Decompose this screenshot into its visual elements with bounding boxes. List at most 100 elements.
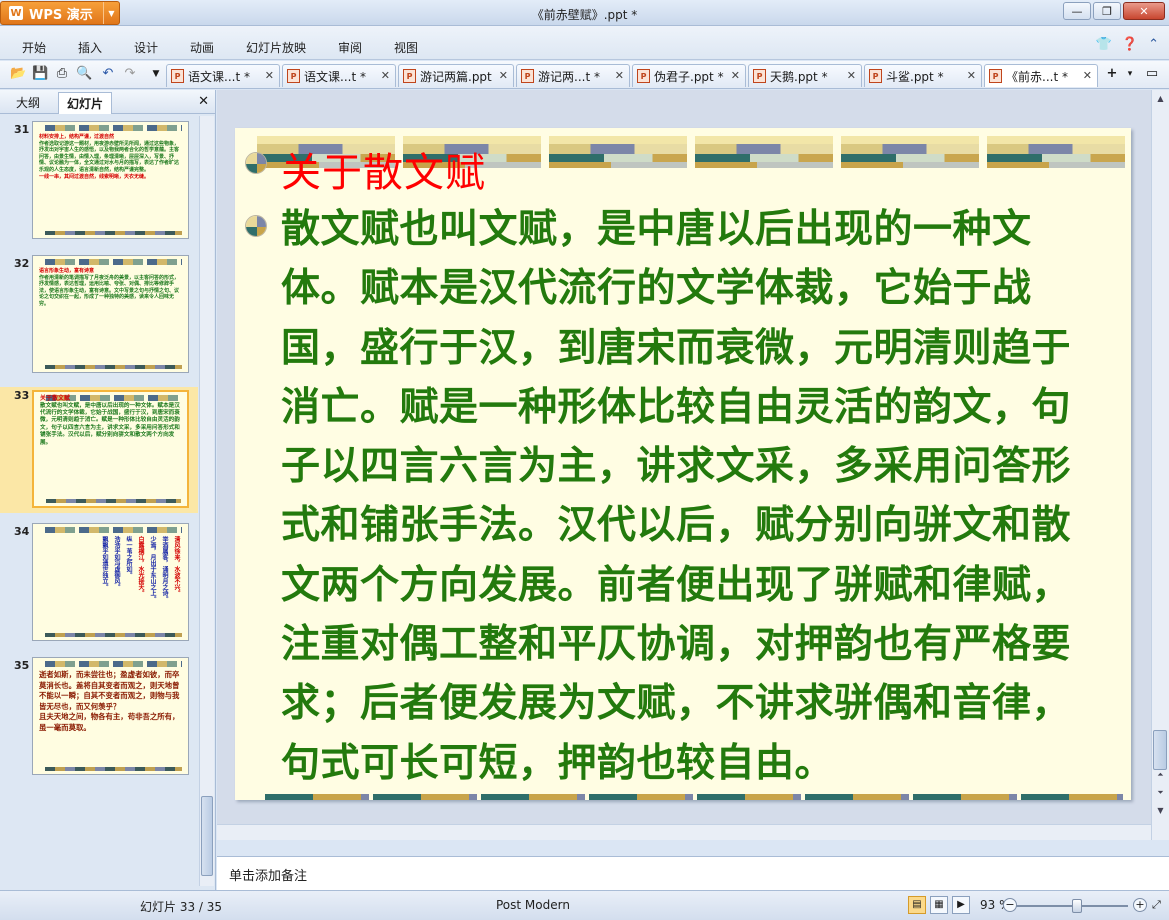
maximize-button[interactable]: ❐ bbox=[1093, 2, 1121, 20]
close-tab-icon[interactable]: ✕ bbox=[847, 69, 856, 82]
zoom-in-button[interactable]: + bbox=[1133, 898, 1147, 912]
deco-block bbox=[987, 136, 1125, 168]
tab-list-icon[interactable]: ▾ bbox=[1122, 66, 1138, 82]
thumb-body: 散文赋也叫文赋，是中唐以后出现的一种文体。赋本是汉代流行的文学体裁，它始于战国，… bbox=[40, 402, 180, 446]
slide-thumbnail-32[interactable]: 32 语言形象生动，富有诗意 作者用清新的笔调描写了月夜泛舟的美景，以主客问答的… bbox=[0, 255, 198, 379]
menu-insert[interactable]: 插入 bbox=[78, 39, 102, 56]
thumb-deco-top bbox=[45, 125, 182, 131]
tab-slides[interactable]: 幻灯片 bbox=[58, 92, 113, 114]
close-tab-icon[interactable]: ✕ bbox=[731, 69, 740, 82]
slide-number: 31 bbox=[14, 123, 30, 136]
panel-tabs: 大纲 幻灯片 ✕ bbox=[0, 90, 215, 114]
close-panel-icon[interactable]: ✕ bbox=[198, 94, 209, 109]
slide-thumbnail-34[interactable]: 34 清风徐来，水波不兴。 举酒属客，诵明月之诗。 少焉，月出于东山之上。 白露… bbox=[0, 523, 198, 647]
thumbnail-list: 31 材料安排上，结构严谨，过渡自然 作者选取记游这一题材，用夜游赤壁所见所闻，… bbox=[0, 115, 198, 890]
page-down-icon[interactable]: ⏷ bbox=[1154, 786, 1167, 799]
thumb-col: 飘飘乎如遗世独立。 bbox=[101, 536, 108, 590]
menu-animation[interactable]: 动画 bbox=[190, 39, 214, 56]
collapse-ribbon-icon[interactable]: ⌃ bbox=[1148, 37, 1159, 52]
ppt-file-icon: P bbox=[521, 69, 534, 83]
notes-pane[interactable]: 单击添加备注 bbox=[217, 856, 1169, 890]
doc-tab-4[interactable]: P 游记两...t * ✕ bbox=[516, 64, 630, 87]
thumb-vertical-text: 清风徐来，水波不兴。 举酒属客，诵明月之诗。 少焉，月出于东山之上。 白露横江，… bbox=[41, 536, 180, 630]
slide-decoration-bottom bbox=[265, 794, 1123, 800]
title-bar: W WPS 演示 ▼ 《前赤壁赋》.ppt * — ❐ ✕ bbox=[0, 0, 1169, 26]
help-icon[interactable]: ❓ bbox=[1122, 37, 1138, 52]
doc-tab-active[interactable]: P 《前赤...t * ✕ bbox=[984, 64, 1098, 87]
horizontal-scrollbar[interactable] bbox=[217, 824, 1151, 840]
shirt-icon[interactable]: 👕 bbox=[1096, 37, 1112, 52]
close-button[interactable]: ✕ bbox=[1123, 2, 1165, 20]
slide-thumbnail-35[interactable]: 35 逝者如斯，而未尝往也；盈虚者如彼，而卒莫消长也。盖将自其变者而观之，则天地… bbox=[0, 657, 198, 781]
slide-thumbnail-31[interactable]: 31 材料安排上，结构严谨，过渡自然 作者选取记游这一题材，用夜游赤壁所见所闻，… bbox=[0, 121, 198, 245]
doc-tab-6[interactable]: P 天鹅.ppt * ✕ bbox=[748, 64, 862, 87]
doc-tab-1[interactable]: P 语文课...t * ✕ bbox=[166, 64, 280, 87]
close-tab-icon[interactable]: ✕ bbox=[499, 69, 508, 82]
toolbar-more-icon[interactable]: ▼ bbox=[148, 66, 164, 82]
scroll-down-icon[interactable]: ▼ bbox=[1154, 804, 1167, 817]
print-icon[interactable]: ⎙ bbox=[54, 66, 70, 82]
doc-tab-label: 伪君子.ppt * bbox=[654, 69, 724, 84]
close-tab-icon[interactable]: ✕ bbox=[1083, 69, 1092, 82]
thumb-col: 浩浩乎如冯虚御风。 bbox=[113, 536, 120, 590]
window-layout-icon[interactable]: ▭ bbox=[1144, 66, 1160, 82]
menu-review[interactable]: 审阅 bbox=[338, 39, 362, 56]
notes-placeholder: 单击添加备注 bbox=[229, 869, 308, 884]
thumb-deco-bottom bbox=[45, 767, 182, 771]
slide-number: 34 bbox=[14, 525, 30, 538]
thumb-col: 举酒属客，诵明月之诗。 bbox=[161, 536, 168, 602]
open-folder-icon[interactable]: 📂 bbox=[10, 66, 26, 82]
scrollbar-thumb[interactable] bbox=[1153, 730, 1167, 770]
slide-thumbnail-33[interactable]: 33 关于散文赋 散文赋也叫文赋，是中唐以后出现的一种文体。赋本是汉代流行的文学… bbox=[0, 387, 198, 513]
doc-tab-label: 斗鲨.ppt * bbox=[886, 69, 944, 84]
print-preview-icon[interactable]: 🔍 bbox=[76, 66, 92, 82]
doc-tab-2[interactable]: P 语文课...t * ✕ bbox=[282, 64, 396, 87]
fit-window-icon[interactable]: ⤢ bbox=[1152, 898, 1161, 912]
slides-panel: 大纲 幻灯片 ✕ 31 材料安排上，结构严谨，过渡自然 作者选取记游这一题材，用… bbox=[0, 90, 216, 890]
menu-bar: 开始 插入 设计 动画 幻灯片放映 审阅 视图 👕 ❓ ⌃ bbox=[0, 26, 1169, 60]
close-tab-icon[interactable]: ✕ bbox=[265, 69, 274, 82]
menu-design[interactable]: 设计 bbox=[134, 39, 158, 56]
slide-body-text[interactable]: 散文赋也叫文赋，是中唐以后出现的一种文体。赋本是汉代流行的文学体裁，它始于战国，… bbox=[281, 200, 1089, 793]
slide-number: 35 bbox=[14, 659, 30, 672]
doc-tab-7[interactable]: P 斗鲨.ppt * ✕ bbox=[864, 64, 982, 87]
ppt-file-icon: P bbox=[989, 69, 1002, 83]
doc-tab-label: 语文课...t * bbox=[304, 69, 366, 84]
slide-sorter-button[interactable]: ▦ bbox=[930, 896, 948, 914]
tab-outline[interactable]: 大纲 bbox=[16, 94, 40, 111]
doc-tab-3[interactable]: P 游记两篇.ppt ✕ bbox=[398, 64, 514, 87]
minimize-button[interactable]: — bbox=[1063, 2, 1091, 20]
title-bullet-icon bbox=[245, 152, 267, 174]
slide-canvas[interactable]: 关于散文赋 散文赋也叫文赋，是中唐以后出现的一种文体。赋本是汉代流行的文学体裁，… bbox=[235, 128, 1131, 800]
zoom-out-button[interactable]: − bbox=[1003, 898, 1017, 912]
menu-slideshow[interactable]: 幻灯片放映 bbox=[246, 39, 306, 56]
scrollbar-thumb[interactable] bbox=[201, 796, 213, 876]
save-icon[interactable]: 💾 bbox=[32, 66, 48, 82]
menu-view[interactable]: 视图 bbox=[394, 39, 418, 56]
thumbnail-preview: 关于散文赋 散文赋也叫文赋，是中唐以后出现的一种文体。赋本是汉代流行的文学体裁，… bbox=[32, 390, 189, 508]
new-tab-icon[interactable]: + bbox=[1104, 66, 1120, 82]
page-up-icon[interactable]: ⏶ bbox=[1154, 768, 1167, 781]
thumb-heading: 语言形象生动，富有诗意 bbox=[39, 268, 95, 274]
thumb-deco-bottom bbox=[45, 633, 182, 637]
close-tab-icon[interactable]: ✕ bbox=[967, 69, 976, 82]
doc-tab-label: 《前赤...t * bbox=[1006, 69, 1068, 84]
slide-number: 32 bbox=[14, 257, 30, 270]
slideshow-view-button[interactable]: ▶ bbox=[952, 896, 970, 914]
scroll-up-icon[interactable]: ▲ bbox=[1154, 92, 1167, 105]
redo-icon[interactable]: ↷ bbox=[122, 66, 138, 82]
undo-icon[interactable]: ↶ bbox=[100, 66, 116, 82]
normal-view-button[interactable]: ▤ bbox=[908, 896, 926, 914]
thumb-col: 白露横江，水光接天。 bbox=[137, 536, 144, 596]
menu-home[interactable]: 开始 bbox=[22, 39, 46, 56]
doc-tab-5[interactable]: P 伪君子.ppt * ✕ bbox=[632, 64, 746, 87]
panel-scrollbar[interactable] bbox=[199, 116, 214, 886]
zoom-slider-knob[interactable] bbox=[1072, 899, 1082, 913]
close-tab-icon[interactable]: ✕ bbox=[615, 69, 624, 82]
ppt-file-icon: P bbox=[637, 69, 650, 83]
vertical-scrollbar[interactable]: ▲ ⏶ ⏷ ▼ bbox=[1151, 90, 1169, 840]
close-tab-icon[interactable]: ✕ bbox=[381, 69, 390, 82]
body-bullet-icon bbox=[245, 215, 267, 237]
slide-title[interactable]: 关于散文赋 bbox=[281, 140, 486, 198]
thumb-body: 作者用清新的笔调描写了月夜泛舟的美景，以主客问答的形式，抒发情感，表达哲理，运用… bbox=[39, 274, 180, 307]
